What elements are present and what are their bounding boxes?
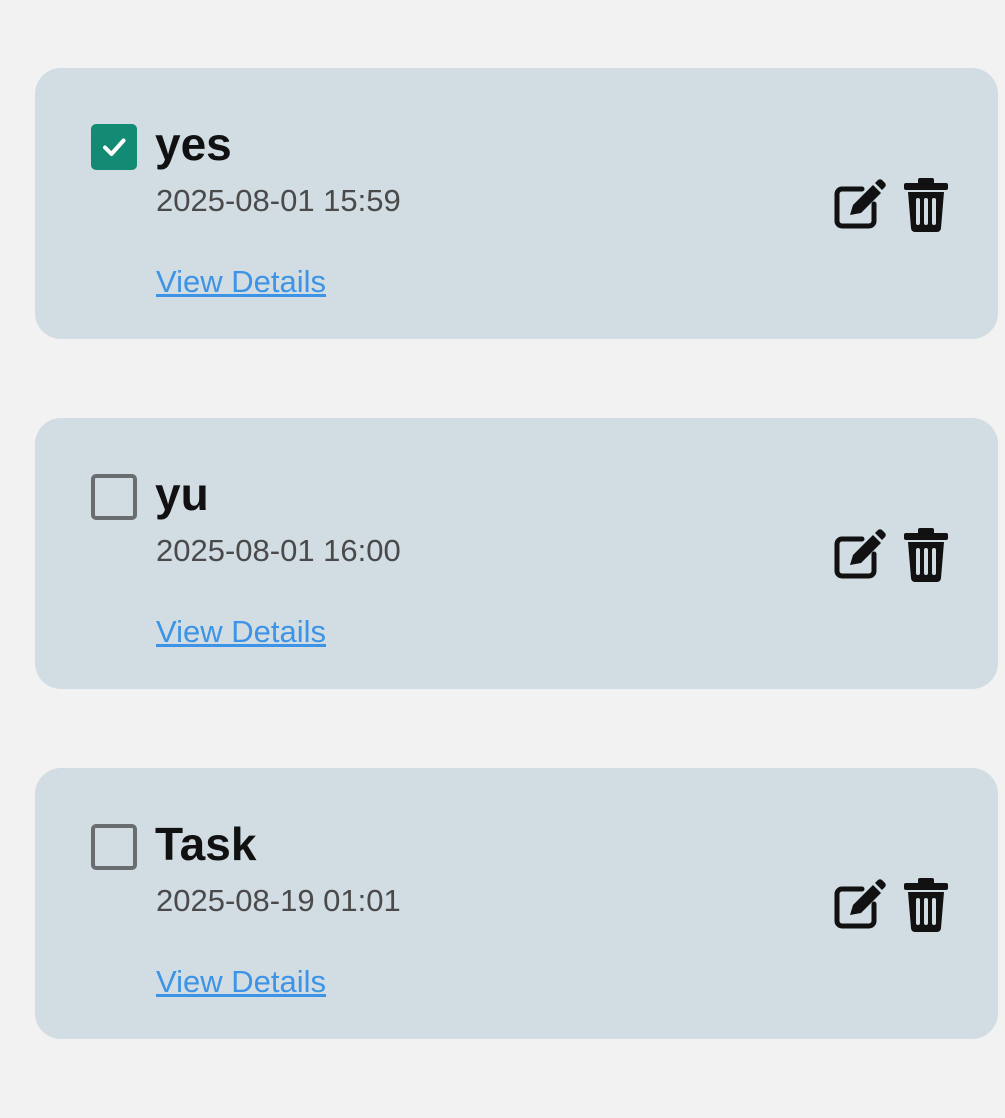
- edit-icon: [834, 529, 886, 579]
- edit-button[interactable]: [828, 523, 888, 585]
- task-card: Task 2025-08-19 01:01 View Details: [35, 768, 998, 1039]
- task-actions: [828, 523, 956, 585]
- task-actions: [828, 173, 956, 235]
- delete-button[interactable]: [896, 873, 956, 935]
- task-date: 2025-08-01 15:59: [156, 183, 401, 218]
- task-complete-checkbox[interactable]: [91, 824, 137, 870]
- edit-icon: [834, 179, 886, 229]
- task-complete-checkbox[interactable]: [91, 474, 137, 520]
- task-card: yu 2025-08-01 16:00 View Details: [35, 418, 998, 689]
- view-details-link[interactable]: View Details: [156, 612, 326, 652]
- delete-button[interactable]: [896, 173, 956, 235]
- edit-button[interactable]: [828, 873, 888, 935]
- edit-button[interactable]: [828, 173, 888, 235]
- task-title: yu: [155, 468, 209, 520]
- edit-icon: [834, 879, 886, 929]
- task-card: yes 2025-08-01 15:59 View Details: [35, 68, 998, 339]
- task-date: 2025-08-19 01:01: [156, 883, 401, 918]
- task-actions: [828, 873, 956, 935]
- trash-icon: [904, 178, 948, 232]
- delete-button[interactable]: [896, 523, 956, 585]
- trash-icon: [904, 878, 948, 932]
- trash-icon: [904, 528, 948, 582]
- view-details-link[interactable]: View Details: [156, 262, 326, 302]
- task-date: 2025-08-01 16:00: [156, 533, 401, 568]
- view-details-link[interactable]: View Details: [156, 962, 326, 1002]
- task-list: yes 2025-08-01 15:59 View Details yu 202…: [35, 68, 998, 1118]
- task-title: Task: [155, 818, 257, 870]
- task-complete-checkbox[interactable]: [91, 124, 137, 170]
- checkmark-icon: [103, 138, 126, 156]
- task-title: yes: [155, 118, 232, 170]
